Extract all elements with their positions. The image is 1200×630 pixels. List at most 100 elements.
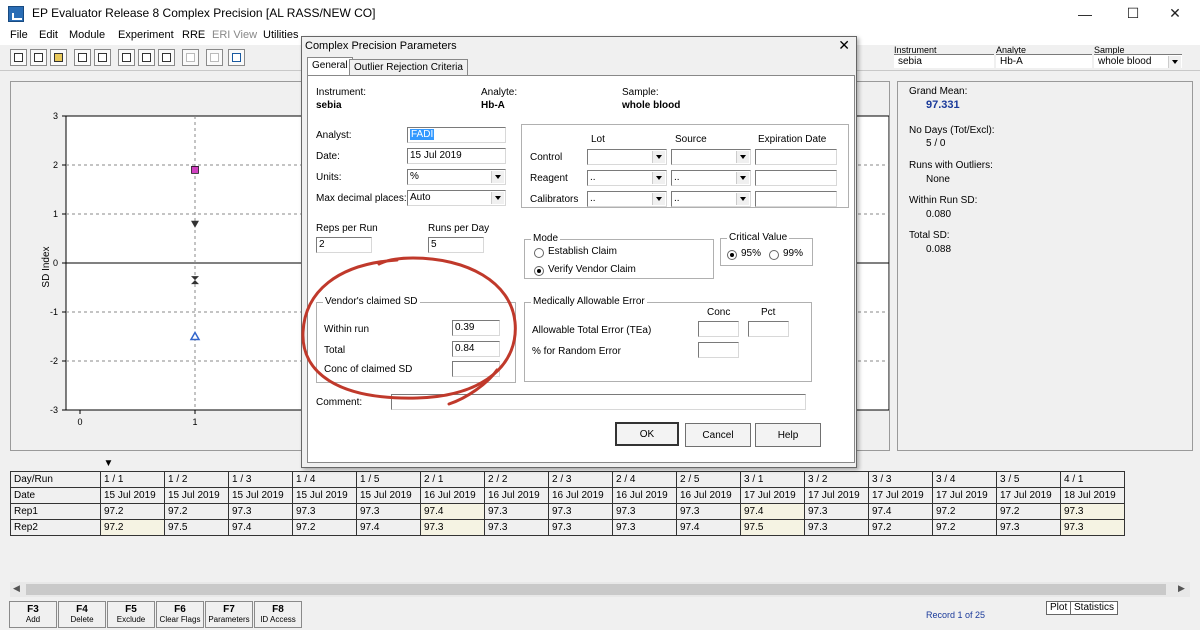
grid-cell-rep2[interactable]: 97.3: [484, 518, 549, 536]
f8-id-access-button[interactable]: F8 ID Access: [254, 601, 302, 628]
close-button[interactable]: ✕: [1152, 0, 1198, 27]
grid-cell-run[interactable]: 2 / 2: [484, 470, 549, 488]
grid-cell-run[interactable]: 1 / 1: [100, 470, 165, 488]
grid-cell-rep2[interactable]: 97.4: [228, 518, 293, 536]
grid-cell-date[interactable]: 17 Jul 2019: [740, 486, 805, 504]
grid-cell-date[interactable]: 15 Jul 2019: [164, 486, 229, 504]
calibrators-lot-select[interactable]: ..: [587, 191, 667, 207]
grid-cell-run[interactable]: 1 / 2: [164, 470, 229, 488]
chevron-down-icon[interactable]: [736, 193, 749, 205]
grid-cell-rep2[interactable]: 97.4: [676, 518, 741, 536]
tab-outlier-rejection[interactable]: Outlier Rejection Criteria: [349, 59, 468, 76]
new-project-icon[interactable]: [30, 49, 47, 66]
sample-header-select[interactable]: whole blood: [1094, 54, 1182, 68]
critical-99-radio[interactable]: [769, 250, 779, 260]
control-lot-select[interactable]: [587, 149, 667, 165]
menu-utilities[interactable]: Utilities: [263, 29, 298, 41]
scroll-left-icon[interactable]: ◀: [13, 583, 20, 594]
report-icon[interactable]: [158, 49, 175, 66]
grid-cell-date[interactable]: 17 Jul 2019: [804, 486, 869, 504]
menu-eri-view[interactable]: ERI View: [212, 29, 257, 41]
tea-pct-input[interactable]: [748, 321, 789, 337]
grid-cell-date[interactable]: 16 Jul 2019: [548, 486, 613, 504]
control-expiration-input[interactable]: [755, 149, 837, 165]
grid-cell-date[interactable]: 17 Jul 2019: [868, 486, 933, 504]
grid-cell-rep2[interactable]: 97.2: [932, 518, 997, 536]
grid-cell-run[interactable]: 3 / 1: [740, 470, 805, 488]
scroll-thumb[interactable]: [26, 584, 1166, 595]
grid-cell-rep1[interactable]: 97.3: [484, 502, 549, 520]
grid-cell-rep1[interactable]: 97.2: [164, 502, 229, 520]
maximize-button[interactable]: ☐: [1110, 0, 1156, 27]
tab-general[interactable]: General: [307, 57, 353, 76]
grid-cell-date[interactable]: 15 Jul 2019: [356, 486, 421, 504]
chevron-down-icon[interactable]: [491, 171, 504, 183]
grid-cell-run[interactable]: 3 / 2: [804, 470, 869, 488]
open-folder-icon[interactable]: [50, 49, 67, 66]
grid-cell-run[interactable]: 1 / 5: [356, 470, 421, 488]
grid-cell-rep1[interactable]: 97.2: [932, 502, 997, 520]
grid-cell-rep1[interactable]: 97.3: [292, 502, 357, 520]
verify-vendor-claim-radio[interactable]: [534, 266, 544, 276]
grid-cell-date[interactable]: 17 Jul 2019: [996, 486, 1061, 504]
units-select[interactable]: %: [407, 169, 506, 185]
critical-95-radio[interactable]: [727, 250, 737, 260]
grid-cell-rep1[interactable]: 97.4: [868, 502, 933, 520]
menu-module[interactable]: Module: [69, 29, 105, 41]
table-icon[interactable]: [94, 49, 111, 66]
print-icon[interactable]: [118, 49, 135, 66]
grid-cell-run[interactable]: 2 / 4: [612, 470, 677, 488]
minimize-button[interactable]: —: [1062, 0, 1108, 27]
ok-button[interactable]: OK: [615, 422, 679, 446]
menu-rre[interactable]: RRE: [182, 29, 205, 41]
grid-cell-rep1[interactable]: 97.4: [420, 502, 485, 520]
chevron-down-icon[interactable]: [491, 192, 504, 204]
cancel-button[interactable]: Cancel: [685, 423, 751, 447]
tab-statistics[interactable]: Statistics: [1070, 601, 1119, 615]
grid-cell-date[interactable]: 16 Jul 2019: [420, 486, 485, 504]
grid-cell-rep2[interactable]: 97.3: [996, 518, 1061, 536]
date-input[interactable]: 15 Jul 2019: [407, 148, 506, 164]
grid-cell-rep2[interactable]: 97.5: [164, 518, 229, 536]
grid-cell-rep1[interactable]: 97.3: [356, 502, 421, 520]
random-error-input[interactable]: [698, 342, 739, 358]
grid-cell-date[interactable]: 17 Jul 2019: [932, 486, 997, 504]
menu-file[interactable]: File: [10, 29, 28, 41]
grid-cell-rep2[interactable]: 97.5: [740, 518, 805, 536]
grid-cell-rep1[interactable]: 97.3: [228, 502, 293, 520]
tea-conc-input[interactable]: [698, 321, 739, 337]
menu-experiment[interactable]: Experiment: [118, 29, 174, 41]
grid-cell-date[interactable]: 16 Jul 2019: [612, 486, 677, 504]
grid-cell-date[interactable]: 16 Jul 2019: [484, 486, 549, 504]
grid-cell-rep2[interactable]: 97.4: [356, 518, 421, 536]
calibrators-expiration-input[interactable]: [755, 191, 837, 207]
f3-add-button[interactable]: F3 Add: [9, 601, 57, 628]
grid-cell-rep1[interactable]: 97.2: [996, 502, 1061, 520]
chevron-down-icon[interactable]: [736, 151, 749, 163]
back-arrow-icon[interactable]: [228, 49, 245, 66]
establish-claim-radio[interactable]: [534, 248, 544, 258]
reagent-expiration-input[interactable]: [755, 170, 837, 186]
instrument-header-value[interactable]: sebia: [894, 54, 994, 68]
chart-icon[interactable]: [182, 49, 199, 66]
grid-cell-date[interactable]: 15 Jul 2019: [228, 486, 293, 504]
analyst-input[interactable]: FADI: [407, 127, 506, 143]
grid-cell-run[interactable]: 3 / 5: [996, 470, 1061, 488]
grid-cell-rep2[interactable]: 97.3: [612, 518, 677, 536]
undo-icon[interactable]: [206, 49, 223, 66]
grid-cell-rep2[interactable]: 97.2: [292, 518, 357, 536]
grid-cell-run[interactable]: 1 / 4: [292, 470, 357, 488]
grid-cell-rep1[interactable]: 97.3: [612, 502, 677, 520]
grid-cell-date[interactable]: 15 Jul 2019: [292, 486, 357, 504]
grid-cell-run[interactable]: 3 / 4: [932, 470, 997, 488]
f7-parameters-button[interactable]: F7 Parameters: [205, 601, 253, 628]
chevron-down-icon[interactable]: [1168, 56, 1181, 68]
decimals-select[interactable]: Auto: [407, 190, 506, 206]
grid-cell-date[interactable]: 15 Jul 2019: [100, 486, 165, 504]
grid-cell-run[interactable]: 3 / 3: [868, 470, 933, 488]
horizontal-scrollbar[interactable]: ◀ ▶: [10, 582, 1190, 597]
grid-cell-rep2[interactable]: 97.3: [804, 518, 869, 536]
grid-cell-run[interactable]: 4 / 1: [1060, 470, 1125, 488]
tab-plot[interactable]: Plot: [1046, 601, 1072, 615]
new-icon[interactable]: [10, 49, 27, 66]
